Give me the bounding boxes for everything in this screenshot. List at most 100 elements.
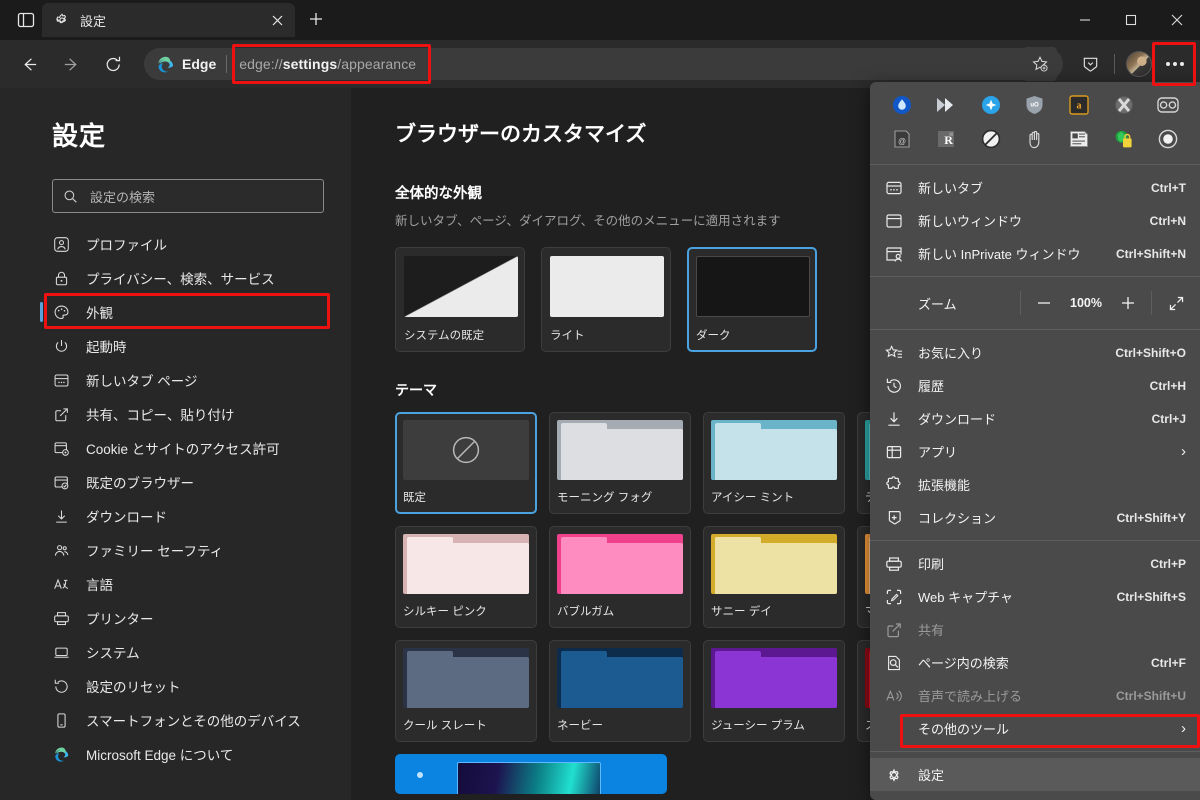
appearance-option-light[interactable]: ライト [541, 247, 671, 352]
menu-item-extensions[interactable]: 拡張機能 [870, 468, 1200, 501]
theme-card[interactable]: シルキー ピンク [395, 526, 537, 628]
menu-item-history[interactable]: 履歴 Ctrl+H [870, 369, 1200, 402]
maximize-button[interactable] [1108, 0, 1154, 40]
amazon-icon[interactable]: a [1057, 90, 1101, 120]
collections-icon[interactable] [1073, 47, 1107, 81]
menu-item-downloads[interactable]: ダウンロード Ctrl+J [870, 402, 1200, 435]
theme-card[interactable]: クール スレート [395, 640, 537, 742]
page-title: 設定 [52, 121, 107, 151]
sidebar-item-printers[interactable]: プリンター [0, 601, 351, 635]
clipper-icon[interactable] [1057, 124, 1101, 154]
forward-button[interactable] [54, 47, 88, 81]
r-letter-icon[interactable]: R [924, 124, 968, 154]
sidebar-item-newtab[interactable]: 新しいタブ ページ [0, 363, 351, 397]
compass-blue-icon[interactable] [969, 90, 1013, 120]
edge-chip[interactable]: Edge [156, 55, 226, 74]
menu-item-label: Web キャプチャ [918, 590, 1013, 605]
close-icon[interactable] [265, 8, 289, 32]
sidebar-item-label: プリンター [86, 612, 154, 627]
menu-item-inprivate-window[interactable]: 新しい InPrivate ウィンドウ Ctrl+Shift+N [870, 237, 1200, 270]
theme-card[interactable]: サニー デイ [703, 526, 845, 628]
avatar[interactable] [1122, 47, 1156, 81]
menu-item-settings[interactable]: 設定 [870, 758, 1200, 791]
zoom-controls: 100% [1021, 295, 1151, 311]
theme-thumbnail [403, 534, 529, 594]
sidebar-item-label: 共有、コピー、貼り付け [86, 408, 235, 423]
circle-white-icon[interactable] [1146, 124, 1190, 154]
water-drop-icon[interactable] [880, 90, 924, 120]
menu-item-more-tools[interactable]: その他のツール › [870, 712, 1200, 745]
sidebar-item-profile[interactable]: プロファイル [0, 227, 351, 261]
sidebar-item-startup[interactable]: 起動時 [0, 329, 351, 363]
browser-tab[interactable]: 設定 [42, 3, 295, 37]
x-ninja-icon[interactable] [1101, 90, 1145, 120]
sidebar-item-downloads[interactable]: ダウンロード [0, 499, 351, 533]
ublock-shield-icon[interactable]: uO [1013, 90, 1057, 120]
sidebar-item-appearance[interactable]: 外観 [0, 295, 351, 329]
puzzle-icon [884, 475, 904, 495]
appearance-option-dark[interactable]: ダーク [687, 247, 817, 352]
no-entry-icon[interactable] [969, 124, 1013, 154]
theme-card[interactable]: バブルガム [549, 526, 691, 628]
menu-item-favorites[interactable]: お気に入り Ctrl+Shift+O [870, 336, 1200, 369]
theme-promo-banner[interactable] [395, 754, 667, 794]
sidebar-item-about-edge[interactable]: Microsoft Edge について [0, 737, 351, 771]
download-icon [52, 507, 70, 525]
sidebar-item-family[interactable]: ファミリー セーフティ [0, 533, 351, 567]
sidebar-item-reset[interactable]: 設定のリセット [0, 669, 351, 703]
promo-dot [417, 772, 423, 778]
minimize-button[interactable] [1062, 0, 1108, 40]
close-window-button[interactable] [1154, 0, 1200, 40]
search-input[interactable]: 設定の検索 [52, 179, 324, 213]
back-button[interactable] [12, 47, 46, 81]
email-at-icon[interactable]: @ [880, 124, 924, 154]
refresh-button[interactable] [96, 47, 130, 81]
add-favorite-icon[interactable] [1023, 47, 1057, 81]
theme-card[interactable]: 既定 [395, 412, 537, 514]
green-gem-lock-icon[interactable] [1101, 124, 1145, 154]
theme-card[interactable]: アイシー ミント [703, 412, 845, 514]
menu-item-print[interactable]: 印刷 Ctrl+P [870, 547, 1200, 580]
appearance-option-system[interactable]: システムの既定 [395, 247, 525, 352]
theme-card[interactable]: ネービー [549, 640, 691, 742]
tab-actions-icon[interactable] [10, 5, 42, 35]
star-list-icon [884, 343, 904, 363]
url-text-wrap[interactable]: edge://settings/appearance [227, 56, 1023, 72]
menu-item-apps[interactable]: アプリ › [870, 435, 1200, 468]
folder-graphic [557, 534, 683, 594]
sidebar-item-default-browser[interactable]: 既定のブラウザー [0, 465, 351, 499]
sidebar-item-system[interactable]: システム [0, 635, 351, 669]
url-text: edge://settings/appearance [239, 56, 416, 72]
sidebar-item-phone-devices[interactable]: スマートフォンとその他のデバイス [0, 703, 351, 737]
zoom-in-button[interactable] [1120, 295, 1136, 311]
menu-item-web-capture[interactable]: Web キャプチャ Ctrl+Shift+S [870, 580, 1200, 613]
theme-thumbnail [557, 648, 683, 708]
palette-icon [52, 303, 70, 321]
sidebar-item-privacy[interactable]: プライバシー、検索、サービス [0, 261, 351, 295]
window-controls [1062, 0, 1200, 40]
menu-item-label: 印刷 [918, 557, 945, 572]
address-bar[interactable]: Edge edge://settings/appearance [144, 47, 1063, 81]
menu-item-new-window[interactable]: 新しいウィンドウ Ctrl+N [870, 204, 1200, 237]
theme-card[interactable]: ジューシー プラム [703, 640, 845, 742]
binoculars-icon[interactable] [1146, 90, 1190, 120]
hand-icon[interactable] [1013, 124, 1057, 154]
fullscreen-icon[interactable] [1152, 295, 1200, 312]
zoom-out-button[interactable] [1036, 295, 1052, 311]
menu-item-help-feedback[interactable]: ヘルプとフィードバック › [870, 791, 1200, 800]
menu-item-find-on-page[interactable]: ページ内の検索 Ctrl+F [870, 646, 1200, 679]
read-aloud-icon [884, 686, 904, 706]
tab-strip: 設定 [0, 0, 337, 40]
menu-item-new-tab[interactable]: 新しいタブ Ctrl+T [870, 171, 1200, 204]
theme-card[interactable]: モーニング フォグ [549, 412, 691, 514]
chevron-double-right-icon[interactable] [924, 90, 968, 120]
power-icon [52, 337, 70, 355]
divider [870, 751, 1200, 752]
sidebar-item-cookies[interactable]: Cookie とサイトのアクセス許可 [0, 431, 351, 465]
sidebar-item-languages[interactable]: 言語 [0, 567, 351, 601]
new-tab-button[interactable] [301, 4, 331, 34]
sidebar-item-share[interactable]: 共有、コピー、貼り付け [0, 397, 351, 431]
ellipsis-icon[interactable] [1158, 47, 1192, 81]
menu-item-shortcut: Ctrl+J [1151, 411, 1186, 426]
menu-item-collections[interactable]: コレクション Ctrl+Shift+Y [870, 501, 1200, 534]
